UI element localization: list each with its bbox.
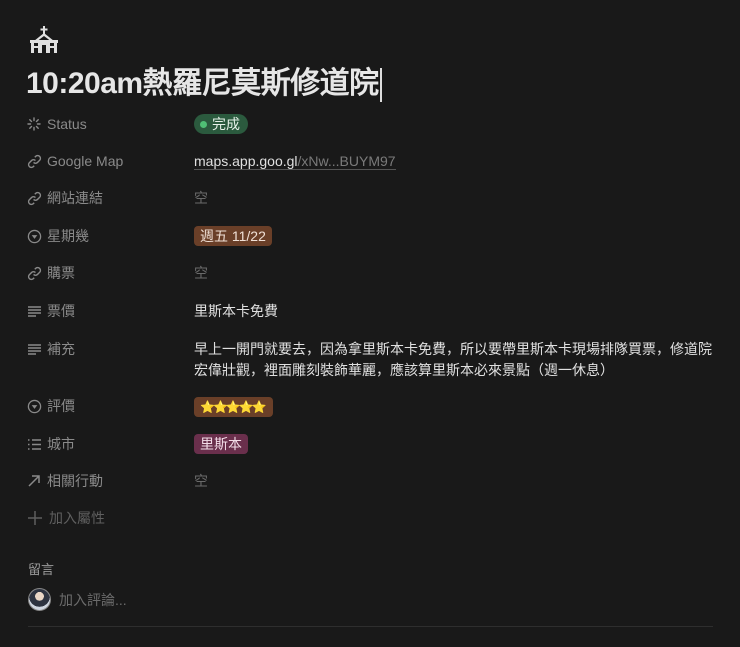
- property-label: Status: [47, 116, 87, 132]
- property-label: 星期幾: [47, 228, 89, 244]
- link-icon: [26, 153, 42, 169]
- add-property-label: 加入屬性: [49, 510, 105, 526]
- link-icon: [26, 265, 42, 281]
- text-caret: [379, 68, 382, 103]
- select-icon: [26, 228, 42, 244]
- property-label: 補充: [47, 341, 75, 357]
- church-icon[interactable]: [28, 26, 60, 54]
- property-status[interactable]: Status 完成: [26, 112, 716, 136]
- multiselect-icon: [26, 436, 42, 452]
- property-google-map[interactable]: Google Map maps.app.goo.gl/xNw...BUYM97: [26, 149, 716, 173]
- status-spinner-icon: [26, 116, 42, 132]
- property-price[interactable]: 票價 里斯本卡免費: [26, 299, 716, 323]
- property-label: 網站連結: [47, 190, 103, 206]
- comments-heading: 留言: [28, 562, 55, 577]
- property-city[interactable]: 城市 里斯本: [26, 432, 716, 456]
- city-tag[interactable]: 里斯本: [194, 434, 248, 454]
- divider: [28, 626, 713, 627]
- avatar: [28, 588, 51, 611]
- link-path: /xNw...BUYM97: [297, 153, 396, 170]
- status-dot-icon: [200, 121, 207, 128]
- property-label: 票價: [47, 303, 75, 319]
- property-label: Google Map: [47, 153, 124, 169]
- relation-arrow-icon: [26, 473, 42, 489]
- page-title-text: 10:20am熱羅尼莫斯修道院: [26, 67, 379, 100]
- property-tickets[interactable]: 購票 空: [26, 261, 716, 285]
- page-title[interactable]: 10:20am熱羅尼莫斯修道院: [26, 58, 382, 103]
- property-label: 評價: [47, 398, 75, 414]
- comment-input[interactable]: 加入評論...: [59, 590, 127, 610]
- add-property-button[interactable]: 加入屬性: [26, 508, 105, 528]
- empty-value[interactable]: 空: [194, 261, 716, 283]
- link-icon: [26, 190, 42, 206]
- property-website[interactable]: 網站連結 空: [26, 186, 716, 210]
- price-value[interactable]: 里斯本卡免費: [194, 299, 716, 321]
- link-domain: maps.app.goo.gl: [194, 153, 298, 170]
- notes-value[interactable]: 早上一開門就要去，因為拿里斯本卡免費，所以要帶里斯本卡現場排隊買票，修道院宏偉壯…: [194, 337, 716, 381]
- property-label: 城市: [47, 436, 75, 452]
- text-icon: [26, 303, 42, 319]
- property-weekday[interactable]: 星期幾 週五 11/22: [26, 224, 716, 248]
- weekday-tag[interactable]: 週五 11/22: [194, 226, 272, 246]
- property-notes[interactable]: 補充 早上一開門就要去，因為拿里斯本卡免費，所以要帶里斯本卡現場排隊買票，修道院…: [26, 337, 716, 381]
- property-label: 相關行動: [47, 473, 103, 489]
- plus-icon: [28, 511, 42, 525]
- empty-value[interactable]: 空: [194, 186, 716, 208]
- google-map-link[interactable]: maps.app.goo.gl/xNw...BUYM97: [194, 153, 396, 170]
- status-text: 完成: [212, 116, 240, 132]
- empty-value[interactable]: 空: [194, 469, 716, 491]
- property-label: 購票: [47, 265, 75, 281]
- select-icon: [26, 398, 42, 414]
- comment-composer[interactable]: 加入評論...: [28, 588, 127, 611]
- status-badge[interactable]: 完成: [194, 114, 248, 134]
- text-icon: [26, 341, 42, 357]
- rating-tag[interactable]: ⭐⭐⭐⭐⭐: [194, 397, 273, 417]
- property-rating[interactable]: 評價 ⭐⭐⭐⭐⭐: [26, 394, 716, 418]
- property-related-actions[interactable]: 相關行動 空: [26, 469, 716, 493]
